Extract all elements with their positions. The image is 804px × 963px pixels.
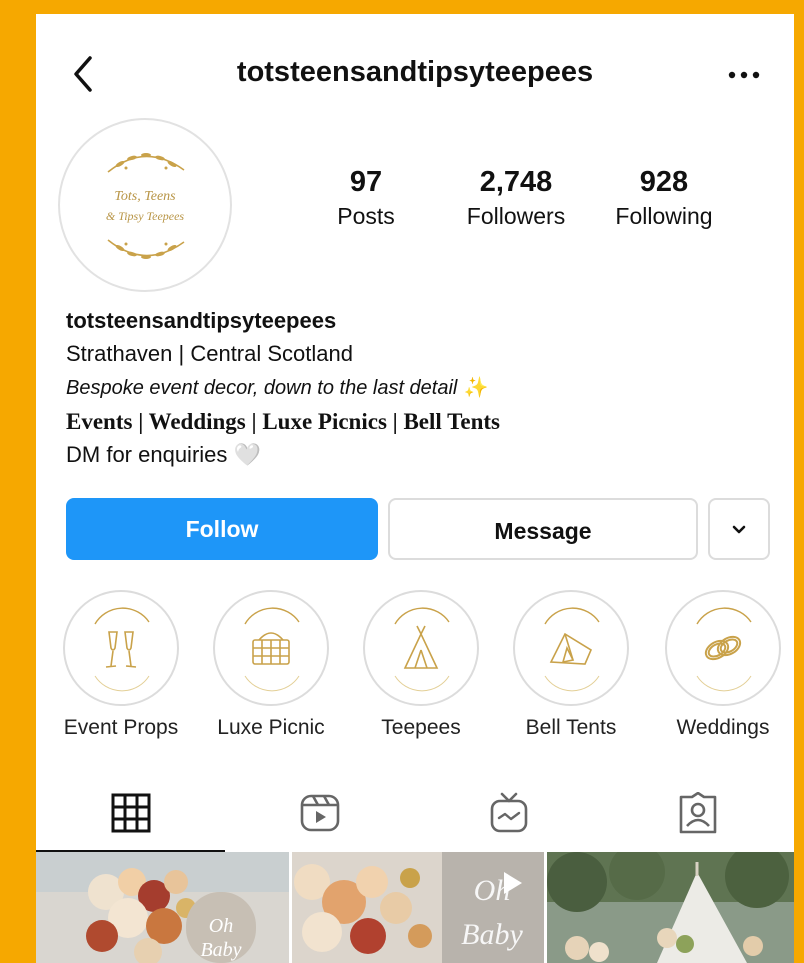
followers-label: Followers <box>466 203 566 229</box>
highlight-ring <box>363 590 479 706</box>
tab-igtv[interactable] <box>414 774 603 854</box>
teepee-photo <box>547 852 794 963</box>
following-label: Following <box>615 203 713 229</box>
tagged-icon <box>679 792 717 834</box>
tab-grid[interactable] <box>36 774 225 854</box>
highlight-ring <box>63 590 179 706</box>
posts-stat[interactable]: 97 Posts <box>326 166 406 230</box>
avatar[interactable]: Tots, Teens & Tipsy Teepees <box>58 118 232 292</box>
followers-stat[interactable]: 2,748 Followers <box>454 166 578 230</box>
suggested-accounts-button[interactable] <box>708 498 770 560</box>
follow-button[interactable]: Follow <box>66 498 378 560</box>
bio-cta-line: DM for enquiries 🤍 <box>66 438 500 471</box>
more-options-button[interactable] <box>724 60 764 90</box>
igtv-icon <box>490 792 528 833</box>
white-heart-icon: 🤍 <box>233 442 261 467</box>
highlight-ring <box>213 590 329 706</box>
profile-tabs <box>36 774 794 854</box>
following-count: 928 <box>639 166 689 198</box>
bio-cta: DM for enquiries <box>66 442 228 467</box>
chevron-down-icon <box>732 525 746 534</box>
bio-name: totsteensandtipsyteepees <box>66 308 337 333</box>
teepee-icon <box>394 607 450 692</box>
highlight-event-props[interactable]: Event Props <box>58 590 184 740</box>
bell-tent-icon <box>544 607 600 692</box>
profile-screen: totsteensandtipsyteepees Tots, Teens & T… <box>36 14 794 963</box>
profile-username-title: totsteensandtipsyteepees <box>236 56 594 88</box>
svg-text:Baby: Baby <box>461 918 523 951</box>
posts-label: Posts <box>337 203 395 229</box>
post-thumbnail[interactable]: Oh Baby <box>292 852 544 963</box>
following-stat[interactable]: 928 Following <box>602 166 726 230</box>
highlight-weddings[interactable]: Weddings <box>660 590 786 740</box>
post-thumbnail[interactable] <box>547 852 794 963</box>
wedding-rings-icon <box>696 607 752 692</box>
svg-text:& Tipsy Teepees: & Tipsy Teepees <box>106 209 185 223</box>
picnic-basket-icon <box>244 607 300 692</box>
highlight-label: Event Props <box>63 716 179 739</box>
highlight-luxe-picnic[interactable]: Luxe Picnic <box>208 590 334 740</box>
svg-text:Oh: Oh <box>209 915 233 937</box>
highlight-label: Weddings <box>676 716 770 739</box>
posts-grid: Oh Baby Oh Baby <box>36 852 794 963</box>
highlight-label: Luxe Picnic <box>217 716 325 739</box>
highlight-teepees[interactable]: Teepees <box>358 590 484 740</box>
top-bar: totsteensandtipsyteepees <box>36 14 794 124</box>
svg-text:Baby: Baby <box>200 939 241 961</box>
highlight-ring <box>513 590 629 706</box>
bio-section: totsteensandtipsyteepees Strathaven | Ce… <box>66 304 500 471</box>
reels-icon <box>300 794 340 832</box>
highlight-ring <box>665 590 781 706</box>
champagne-glasses-icon <box>94 607 150 692</box>
oh-baby-balloons-photo: Oh Baby <box>292 852 544 963</box>
posts-count: 97 <box>349 166 383 198</box>
followers-count: 2,748 <box>479 166 553 198</box>
svg-text:Tots, Teens: Tots, Teens <box>114 189 176 204</box>
bio-services: Events | Weddings | Luxe Picnics | Bell … <box>66 409 500 434</box>
post-thumbnail[interactable]: Oh Baby <box>36 852 289 963</box>
highlight-label: Teepees <box>381 716 461 739</box>
message-button[interactable]: Message <box>388 498 698 560</box>
highlight-bell-tents[interactable]: Bell Tents <box>508 590 634 740</box>
tab-reels[interactable] <box>225 774 414 854</box>
bio-tagline: Bespoke event decor, down to the last de… <box>66 377 458 399</box>
grid-icon <box>111 793 151 833</box>
balloon-arch-photo: Oh Baby <box>36 852 289 963</box>
bio-location: Strathaven | Central Scotland <box>66 341 353 366</box>
bio-tagline-line: Bespoke event decor, down to the last de… <box>66 370 500 405</box>
sparkles-icon: ✨ <box>463 377 489 399</box>
more-horizontal-icon <box>728 71 760 79</box>
tab-tagged[interactable] <box>603 774 792 854</box>
highlight-label: Bell Tents <box>525 716 617 739</box>
floral-wreath-logo: Tots, Teens & Tipsy Teepees <box>106 153 185 259</box>
